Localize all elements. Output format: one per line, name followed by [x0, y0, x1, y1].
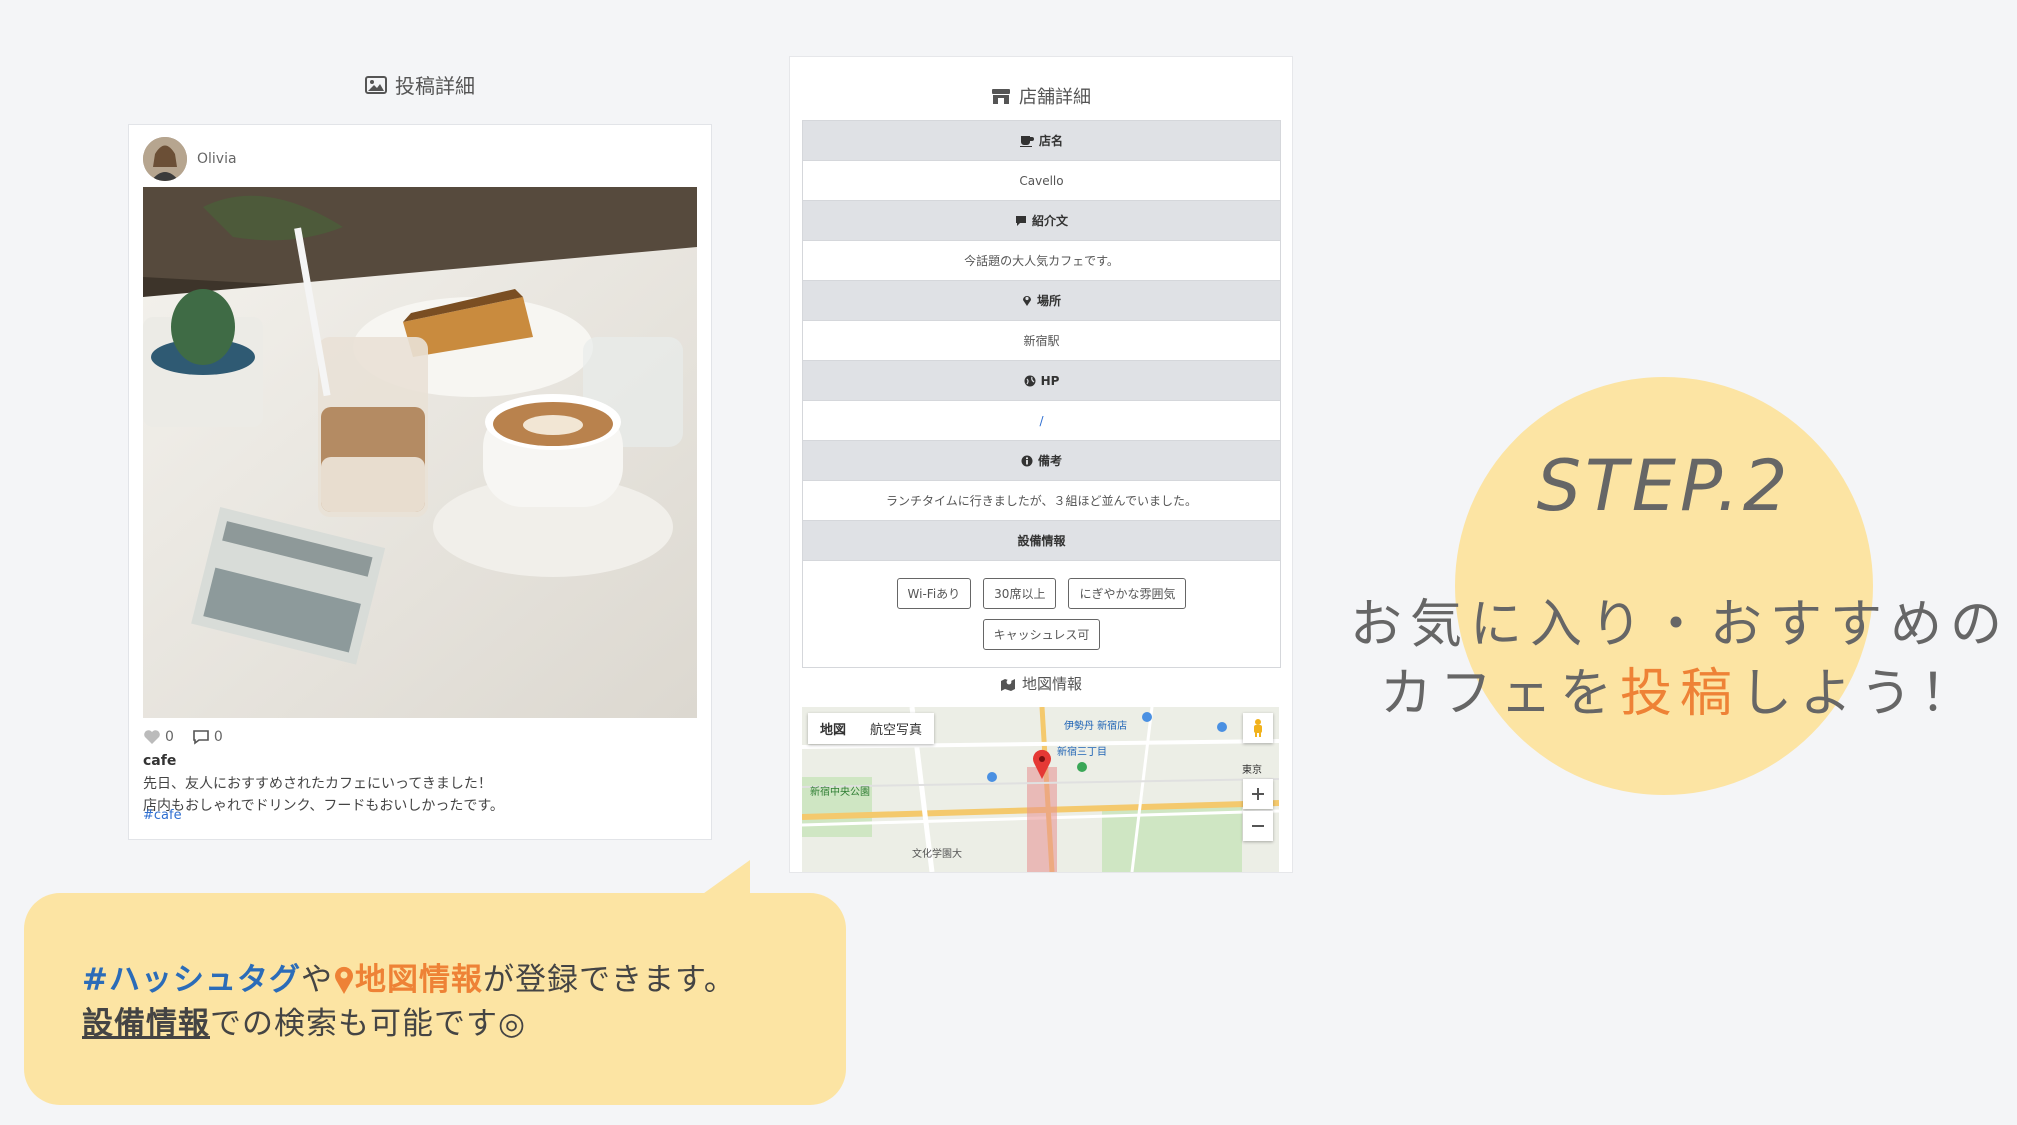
- post-card: Olivia 0 0 cafe 先日、友人におすすめされたカフェにいってきました…: [128, 124, 712, 840]
- comment-count: 0: [213, 729, 223, 745]
- bubble-tail: [700, 860, 750, 896]
- shop-intro-value: 今話題の大人気カフェです。: [803, 241, 1280, 281]
- zoom-in-button[interactable]: [1243, 779, 1273, 809]
- tagline-pre: カフェを: [1379, 664, 1620, 724]
- pegman-icon: [1254, 719, 1262, 737]
- shop-note-header: 備考: [803, 441, 1280, 481]
- tagline-line2: カフェを投稿しよう！: [1330, 651, 2017, 726]
- plus-icon: [1252, 788, 1264, 800]
- shop-detail-panel: 店舗詳細 店名 Cavello 紹介文 今話題の大人気カフェです。 場所 新宿駅…: [789, 56, 1293, 873]
- like-count: 0: [165, 729, 174, 745]
- bubble-text: #ハッシュタグや 地図情報が登録できます。 設備情報での検索も可能です◎: [82, 958, 736, 1046]
- facility-tags: Wi-Fiあり 30席以上 にぎやかな雰囲気 キャッシュレス可: [803, 561, 1280, 667]
- image-icon: [365, 75, 387, 94]
- shop-place-label: 場所: [1036, 294, 1061, 308]
- map-label: 文化学園大: [912, 847, 962, 860]
- bubble-ya: や: [300, 962, 333, 998]
- tagline-post: しよう！: [1740, 664, 1981, 724]
- author-name[interactable]: Olivia: [197, 151, 237, 167]
- shop-hp-label: HP: [1040, 373, 1060, 388]
- shop-intro-header: 紹介文: [803, 201, 1280, 241]
- map-pin-icon: [1022, 296, 1031, 306]
- shop-place-value: 新宿駅: [803, 321, 1280, 361]
- heart-icon: [144, 730, 160, 744]
- bubble-rest1: が登録できます。: [482, 962, 736, 998]
- info-icon: [1021, 455, 1033, 466]
- map-tab-map[interactable]: 地図: [808, 713, 858, 744]
- store-icon: [992, 88, 1010, 104]
- post-body-line: 店内もおしゃれでドリンク、フードもおいしかったです。: [143, 798, 504, 814]
- shop-info-table: 店名 Cavello 紹介文 今話題の大人気カフェです。 場所 新宿駅 HP /…: [802, 120, 1281, 668]
- shop-detail-title: 店舗詳細: [1019, 87, 1091, 108]
- shop-note-value: ランチタイムに行きましたが、３組ほど並んでいました。: [803, 481, 1280, 521]
- map-label: 伊勢丹 新宿店: [1064, 719, 1127, 732]
- facility-tag[interactable]: キャッシュレス可: [982, 619, 1101, 650]
- bubble-hashtag: #ハッシュタグ: [82, 962, 301, 998]
- map-label: 新宿中央公園: [810, 785, 870, 798]
- map-widget[interactable]: 伊勢丹 新宿店 新宿三丁目 新宿中央公園 文化学園大 東京 地図 航空写真: [802, 707, 1279, 872]
- post-detail-heading: 投稿詳細: [130, 70, 710, 99]
- like-button[interactable]: 0: [143, 729, 174, 745]
- map-label: 新宿三丁目: [1057, 745, 1107, 758]
- minus-icon: [1252, 825, 1264, 827]
- shop-place-header: 場所: [803, 281, 1280, 321]
- facility-tag[interactable]: にぎやかな雰囲気: [1068, 578, 1187, 609]
- map-type-tabs: 地図 航空写真: [808, 713, 935, 744]
- map-heading: 地図情報: [790, 673, 1292, 694]
- map-icon: [1000, 678, 1015, 691]
- comment-icon: [193, 730, 209, 745]
- shop-detail-heading: 店舗詳細: [790, 83, 1292, 109]
- tagline-line1: お気に入り・おすすめの: [1349, 595, 2010, 655]
- facility-label: 設備情報: [1017, 534, 1066, 548]
- facility-tag[interactable]: 30席以上: [983, 578, 1057, 609]
- globe-icon: [1024, 375, 1036, 386]
- map-pin-icon: [334, 966, 353, 994]
- bubble-rest2: での検索も可能です◎: [210, 1006, 527, 1042]
- post-title: cafe: [143, 753, 177, 769]
- shop-name-header: 店名: [803, 121, 1280, 161]
- shop-name-value: Cavello: [803, 161, 1280, 201]
- map-tab-aerial[interactable]: 航空写真: [858, 713, 934, 744]
- map-heading-label: 地図情報: [1021, 675, 1082, 693]
- bubble-facility: 設備情報: [82, 1006, 210, 1042]
- tagline-emphasis: 投稿: [1619, 664, 1740, 724]
- hashtag-link[interactable]: #cafe: [143, 808, 182, 823]
- post-author[interactable]: Olivia: [143, 137, 237, 181]
- bubble-line1: #ハッシュタグや 地図情報が登録できます。: [82, 958, 736, 1002]
- bubble-map-info: 地図情報: [354, 962, 483, 998]
- bubble-line2: 設備情報での検索も可能です◎: [82, 1002, 736, 1046]
- post-detail-title: 投稿詳細: [395, 74, 475, 98]
- zoom-out-button[interactable]: [1243, 811, 1273, 841]
- comment-button[interactable]: 0: [192, 729, 223, 745]
- shop-name-label: 店名: [1038, 134, 1063, 148]
- facility-header: 設備情報: [803, 521, 1280, 561]
- shop-hp-link[interactable]: /: [803, 401, 1280, 441]
- map-label: 東京: [1242, 763, 1262, 776]
- post-body-line: 先日、友人におすすめされたカフェにいってきました！: [143, 776, 492, 792]
- step-label: STEP.2: [1536, 445, 1792, 527]
- street-view-button[interactable]: [1243, 713, 1273, 743]
- coffee-icon: [1019, 135, 1034, 147]
- shop-note-label: 備考: [1037, 454, 1062, 468]
- post-stats: 0 0: [143, 729, 223, 745]
- avatar[interactable]: [143, 137, 187, 181]
- shop-hp-header: HP: [803, 361, 1280, 401]
- comment-icon: [1015, 215, 1026, 226]
- shop-intro-label: 紹介文: [1031, 214, 1068, 228]
- post-body: 先日、友人におすすめされたカフェにいってきました！ 店内もおしゃれでドリンク、フ…: [143, 773, 504, 817]
- post-photo: [143, 187, 697, 718]
- facility-tag[interactable]: Wi-Fiあり: [896, 578, 972, 609]
